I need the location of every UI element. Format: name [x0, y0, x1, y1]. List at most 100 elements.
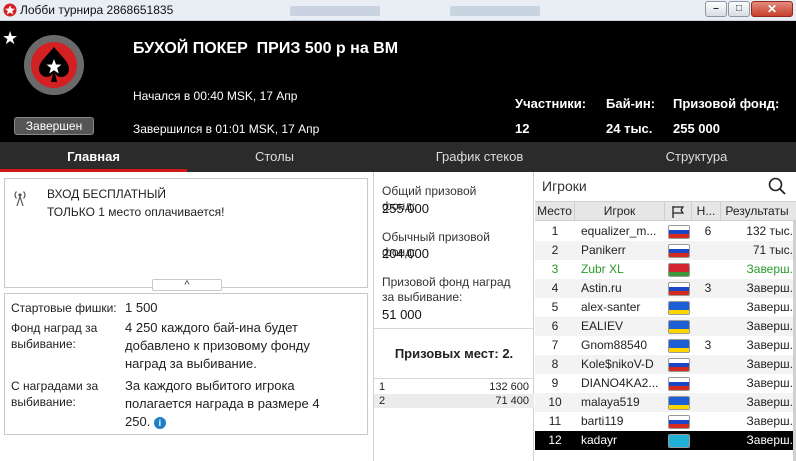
player-name: equalizer_m... — [581, 224, 657, 238]
country-cell — [668, 393, 692, 412]
column-header-knockouts[interactable]: Н... — [692, 202, 721, 221]
table-row[interactable]: 7 Gnom88540 3 Заверш. — [535, 336, 796, 355]
player-place: 5 — [551, 300, 559, 314]
players-table-header: Место Игрок Н... Результаты — [535, 201, 796, 221]
country-flag-icon — [668, 339, 690, 353]
regular-prize-label-1: Обычный призовой — [382, 230, 490, 244]
players-title: Игроки — [542, 178, 587, 194]
table-row[interactable]: 12 kadayr Заверш. — [535, 431, 796, 450]
player-result: Заверш. — [746, 357, 793, 371]
player-name: barti119 — [581, 414, 624, 428]
end-time: Завершился в 01:01 MSK, 17 Апр — [133, 122, 320, 136]
country-flag-icon — [668, 377, 690, 391]
column-header-place[interactable]: Место — [535, 202, 575, 221]
info-panel: ВХОД БЕСПЛАТНЫЙ ТОЛЬКО 1 место оплачивае… — [0, 172, 374, 461]
flag-icon — [672, 206, 685, 218]
table-row[interactable]: 8 Kole$nikoV-D Заверш. — [535, 355, 796, 374]
search-icon[interactable] — [768, 177, 786, 195]
country-flag-icon — [668, 263, 690, 277]
bounty-value-3-row: 250. i — [125, 413, 360, 430]
table-row[interactable]: 3 Zubr XL Заверш. — [535, 260, 796, 279]
maximize-icon: □ — [735, 3, 743, 14]
window-titlebar: Лобби турнира 2868651835 – □ ✕ — [0, 0, 796, 30]
pokerstars-logo-icon — [3, 3, 17, 17]
player-place: 8 — [551, 357, 559, 371]
window-title: Лобби турнира 2868651835 — [20, 3, 174, 17]
country-flag-icon — [668, 225, 690, 239]
column-header-results[interactable]: Результаты — [721, 202, 793, 221]
player-place: 2 — [551, 243, 559, 257]
players-panel: Игроки Место Игрок Н... Результаты 1 equa… — [535, 172, 796, 461]
player-name: DIANO4KA2... — [581, 376, 659, 390]
prize-pool-value: 255 000 — [673, 121, 720, 136]
country-cell — [668, 412, 692, 431]
payout-row: 1 132 600 — [374, 380, 534, 394]
collapse-toggle-button[interactable]: ^ — [152, 279, 222, 291]
column-header-player[interactable]: Игрок — [575, 202, 665, 221]
player-name: Gnom88540 — [581, 338, 648, 352]
ko-prize-value: 51 000 — [382, 307, 422, 322]
player-name: alex-santer — [581, 300, 641, 314]
table-row[interactable]: 11 barti119 Заверш. — [535, 412, 796, 431]
tab-main[interactable]: Главная — [0, 142, 187, 172]
player-knockouts — [695, 260, 721, 279]
player-knockouts: 6 — [704, 224, 712, 238]
table-row[interactable]: 5 alex-santer Заверш. — [535, 298, 796, 317]
country-cell — [668, 298, 692, 317]
payout-place: 2 — [379, 395, 386, 407]
paid-places-title: Призовых мест: 2. — [394, 346, 514, 361]
background-window-ghost — [290, 5, 690, 30]
close-icon: ✕ — [766, 2, 778, 16]
player-result: Заверш. — [746, 414, 793, 428]
ko-fund-value-1: 4 250 каждого бай-ина будет — [125, 320, 298, 335]
divider — [374, 378, 534, 379]
tab-tables[interactable]: Столы — [187, 142, 362, 172]
tournament-badge: Завершен — [14, 33, 94, 135]
table-row[interactable]: 6 EALIEV Заверш. — [535, 317, 796, 336]
tab-structure[interactable]: Структура — [597, 142, 796, 172]
buyin-value: 24 тыс. — [606, 121, 653, 136]
player-place: 10 — [548, 395, 562, 409]
player-name: malaya519 — [581, 395, 640, 409]
player-knockouts — [695, 241, 721, 260]
divider — [374, 328, 534, 329]
player-name: Zubr XL — [581, 262, 624, 276]
player-name: EALIEV — [581, 319, 624, 333]
tournament-details: Стартовые фишки: 1 500 Фонд наград за вы… — [4, 293, 368, 435]
tab-stack-chart[interactable]: График стеков — [362, 142, 597, 172]
player-place: 1 — [551, 224, 559, 238]
player-knockouts — [695, 298, 721, 317]
country-flag-icon — [668, 358, 690, 372]
close-button[interactable]: ✕ — [751, 1, 793, 17]
prize-pool-label: Призовой фонд: — [673, 96, 780, 111]
player-result: Заверш. — [746, 281, 793, 295]
column-header-country[interactable] — [665, 202, 692, 221]
country-flag-icon — [668, 415, 690, 429]
info-icon[interactable]: i — [153, 416, 166, 429]
minimize-button[interactable]: – — [705, 1, 727, 17]
country-cell — [668, 317, 692, 336]
player-name: Panikerr — [581, 243, 626, 257]
player-place: 4 — [551, 281, 559, 295]
table-row[interactable]: 9 DIANO4KA2... Заверш. — [535, 374, 796, 393]
player-knockouts — [695, 412, 721, 431]
payout-amount: 71 400 — [495, 395, 529, 407]
bounty-label-2: выбивание: — [11, 395, 76, 409]
player-result: Заверш. — [746, 376, 793, 390]
table-row[interactable]: 10 malaya519 Заверш. — [535, 393, 796, 412]
entrants-value: 12 — [515, 121, 530, 136]
table-row[interactable]: 2 Panikerr 71 тыс. — [535, 241, 796, 260]
table-row[interactable]: 1 equalizer_m... 6 132 тыс. — [535, 222, 796, 241]
promo-line-2: ТОЛЬКО 1 место оплачивается! — [47, 205, 225, 219]
country-cell — [668, 374, 692, 393]
promo-box: ВХОД БЕСПЛАТНЫЙ ТОЛЬКО 1 место оплачивае… — [4, 178, 368, 288]
ko-fund-label-1: Фонд наград за — [11, 321, 98, 335]
tournament-header: ★ Завершен БУХОЙ ПОКЕР ПРИЗ 500 р на ВМ … — [0, 21, 796, 142]
starting-chips-label: Стартовые фишки: — [11, 301, 117, 315]
maximize-button[interactable]: □ — [728, 1, 750, 17]
country-cell — [668, 431, 692, 450]
table-row[interactable]: 4 Astin.ru 3 Заверш. — [535, 279, 796, 298]
player-place: 12 — [548, 433, 562, 447]
prize-pool-panel: Общий призовой фонд: 255 000 Обычный при… — [374, 172, 534, 461]
player-name: kadayr — [581, 433, 618, 447]
